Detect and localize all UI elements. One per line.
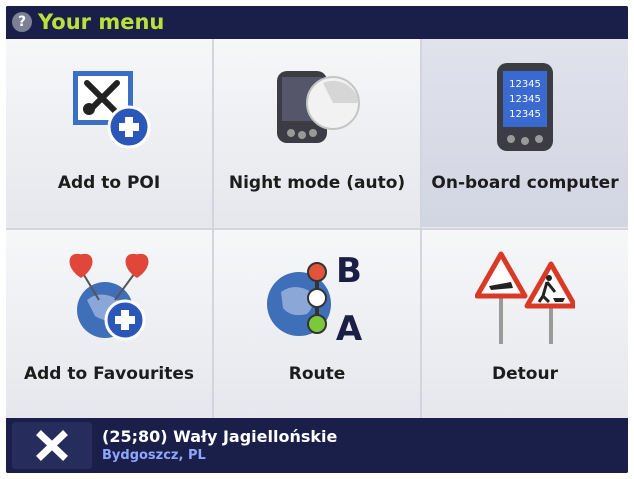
close-button[interactable] <box>12 422 92 469</box>
close-icon <box>36 430 68 461</box>
route-icon: B A <box>267 251 363 348</box>
menu-grid: Add to POI Night mode (auto) 12345 12345… <box>6 39 628 418</box>
on-board-computer-icon: 12345 12345 12345 <box>497 63 553 151</box>
menu-item-label: Add to POI <box>57 173 161 193</box>
menu-window: ? Your menu Add to POI Night mode (auto)… <box>6 6 628 473</box>
screen-line: 12345 <box>509 94 541 105</box>
screen-line: 12345 <box>509 79 541 90</box>
add-to-poi-icon <box>73 71 151 149</box>
route-point-a: A <box>336 309 363 348</box>
menu-item-label: Night mode (auto) <box>228 173 406 193</box>
header-bar: ? Your menu <box>6 6 628 39</box>
grid-divider <box>6 228 628 230</box>
current-city: Bydgoszcz, PL <box>102 448 206 463</box>
help-icon[interactable]: ? <box>12 12 32 32</box>
current-address: (25;80) Wały Jagiellońskie <box>102 427 338 446</box>
menu-item-label: Route <box>288 364 346 384</box>
menu-item-add-to-favourites[interactable]: Add to Favourites <box>6 230 212 418</box>
menu-item-add-to-poi[interactable]: Add to POI <box>6 39 212 227</box>
menu-item-route[interactable]: B A Route <box>214 230 420 418</box>
screen-line: 12345 <box>509 109 541 120</box>
menu-item-label: Add to Favourites <box>23 364 195 384</box>
menu-item-label: Detour <box>492 364 558 384</box>
page-title: Your menu <box>38 10 165 34</box>
location-bar: (25;80) Wały Jagiellońskie Bydgoszcz, PL <box>6 418 628 473</box>
menu-item-detour[interactable]: Detour <box>422 230 628 418</box>
route-point-b: B <box>336 251 362 291</box>
menu-item-label: On-board computer <box>431 173 619 193</box>
menu-item-night-mode[interactable]: Night mode (auto) <box>214 39 420 227</box>
detour-warning-signs-icon <box>475 251 575 344</box>
add-to-favourites-icon <box>69 253 149 341</box>
night-mode-device-icon <box>277 71 360 143</box>
menu-item-on-board-computer[interactable]: 12345 12345 12345 On-board computer <box>422 39 628 227</box>
